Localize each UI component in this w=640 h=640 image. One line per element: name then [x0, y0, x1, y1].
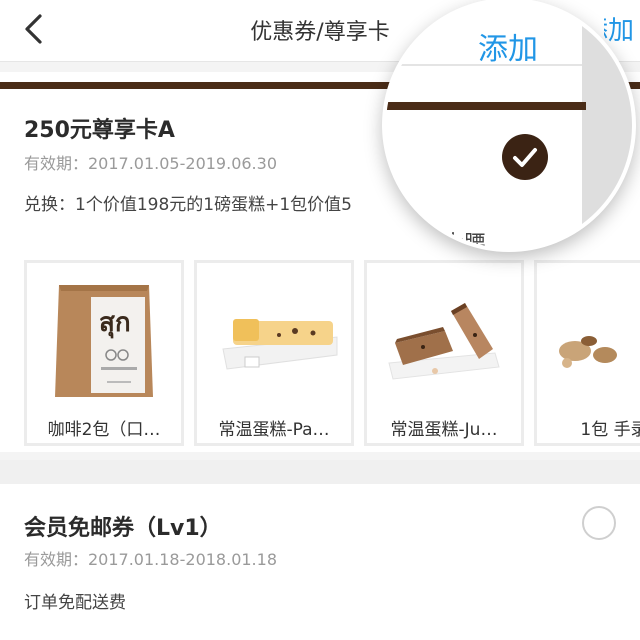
card-title: 250元尊享卡A [24, 118, 175, 143]
card-validity: 有效期：2017.01.18-2018.01.18 [24, 550, 277, 569]
cake-slice-icon [205, 271, 343, 411]
card-description: 兑换：1个价值198元的1磅蛋糕+1包价值5 [24, 195, 352, 215]
nuts-icon [545, 271, 640, 411]
section-divider [0, 460, 640, 484]
product-list[interactable]: สุก 咖啡2包（口… 常温蛋糕-Pa… 常温蛋糕-Ju… 1包 手录 [24, 260, 640, 446]
product-item[interactable]: สุก 咖啡2包（口… [24, 260, 184, 446]
product-label: 常温蛋糕-Pa… [218, 420, 330, 440]
add-button-zoomed[interactable]: 添加 [478, 24, 538, 68]
coupon-card-free-shipping[interactable]: 会员免邮券（Lv1） 有效期：2017.01.18-2018.01.18 订单免… [0, 484, 640, 640]
zoomed-edge [582, 2, 632, 248]
card-title: 会员免邮券（Lv1） [24, 516, 222, 541]
svg-text:สุก: สุก [99, 308, 131, 339]
product-label: 咖啡2包（口… [47, 420, 161, 440]
product-item[interactable]: 常温蛋糕-Ju… [364, 260, 524, 446]
card-description: 订单免配送费 [24, 593, 126, 613]
cake-bar-icon [375, 271, 513, 411]
magnifier-overlay: 添加 苎大腰… [382, 0, 636, 252]
select-radio[interactable] [582, 506, 616, 540]
check-icon[interactable] [502, 134, 548, 180]
product-item[interactable]: 常温蛋糕-Pa… [194, 260, 354, 446]
product-item[interactable]: 1包 手录 [534, 260, 640, 446]
product-label: 1包 手录 [580, 420, 640, 440]
product-label: 常温蛋糕-Ju… [390, 420, 498, 440]
coffee-pack-icon: สุก [35, 271, 173, 411]
card-top-bar-zoomed [386, 102, 586, 110]
card-validity: 有效期：2017.01.05-2019.06.30 [24, 154, 277, 173]
